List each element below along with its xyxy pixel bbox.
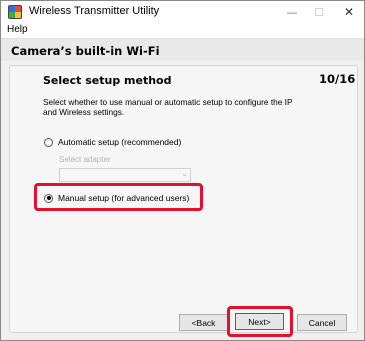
window-title: Wireless Transmitter Utility bbox=[29, 5, 160, 17]
select-adapter-label: Select adapter bbox=[59, 155, 111, 164]
manual-setup-highlight bbox=[34, 183, 203, 211]
maximize-button[interactable]: ☐ bbox=[304, 1, 334, 23]
next-button-highlight bbox=[227, 306, 293, 337]
menu-bar: Help bbox=[1, 23, 364, 39]
adapter-dropdown: ⌄ bbox=[59, 168, 191, 182]
menu-help[interactable]: Help bbox=[7, 24, 28, 35]
step-title: Select setup method bbox=[43, 74, 172, 87]
title-bar: Wireless Transmitter Utility — ☐ ✕ bbox=[1, 1, 364, 23]
page-title: Camera’s built-in Wi-Fi bbox=[11, 44, 160, 58]
app-icon bbox=[8, 5, 22, 19]
automatic-setup-label: Automatic setup (recommended) bbox=[58, 137, 182, 147]
back-button[interactable]: <Back bbox=[179, 314, 228, 331]
minimize-button[interactable]: — bbox=[277, 1, 307, 23]
step-description: Select whether to use manual or automati… bbox=[43, 97, 293, 117]
automatic-setup-option[interactable]: Automatic setup (recommended) bbox=[44, 137, 181, 147]
step-counter: 10/16 bbox=[319, 72, 356, 86]
automatic-setup-radio[interactable] bbox=[44, 137, 53, 147]
close-button[interactable]: ✕ bbox=[334, 1, 364, 23]
cancel-button[interactable]: Cancel bbox=[297, 314, 347, 331]
chevron-down-icon: ⌄ bbox=[181, 169, 188, 178]
app-window: Wireless Transmitter Utility — ☐ ✕ Help … bbox=[0, 0, 365, 341]
